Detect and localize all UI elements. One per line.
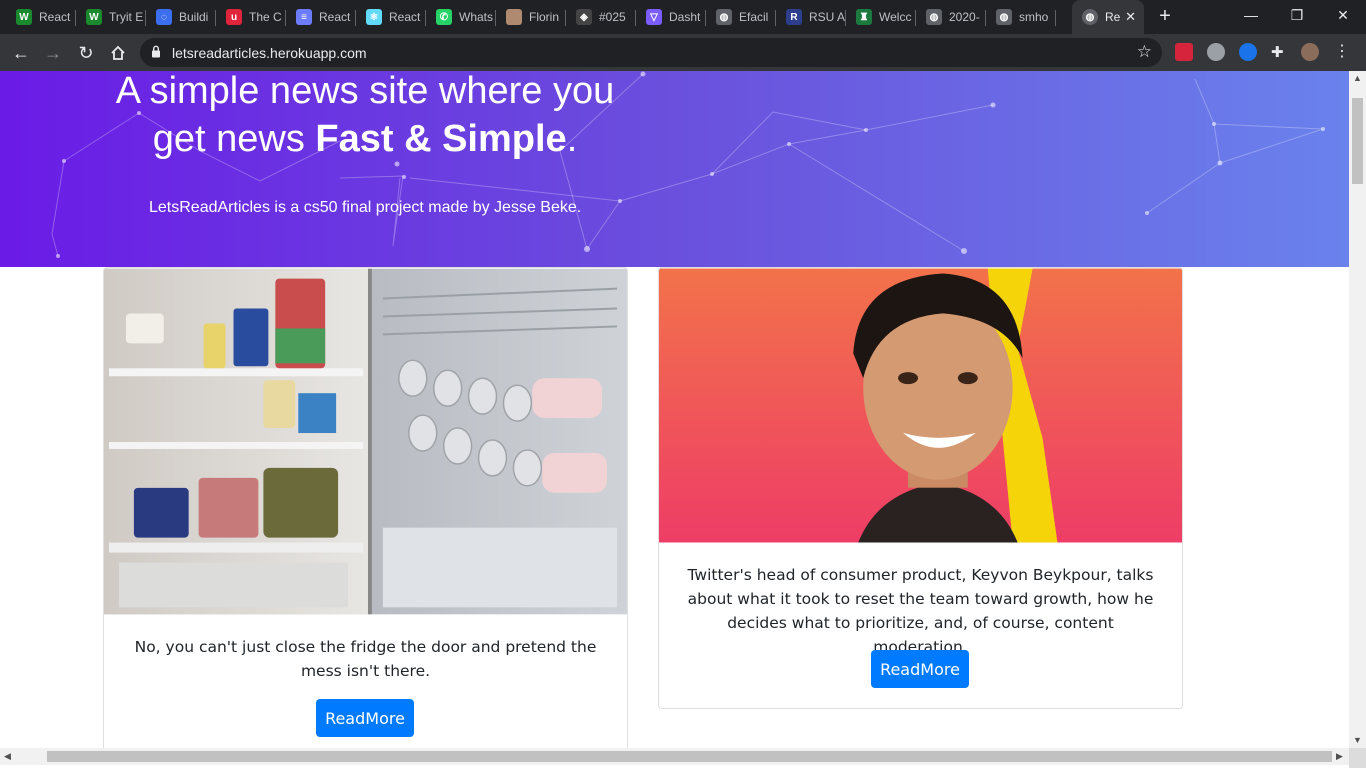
browser-tab-bar: W React W Tryit E ◌ Buildi u The C ≡ React ⚛ React ✆… <box>0 0 1366 34</box>
tab-title: Florin <box>529 10 560 24</box>
page-viewport: A simple news site where you get news Fa… <box>0 71 1349 748</box>
tab-favicon-icon: ▽ <box>646 9 662 25</box>
browser-tab[interactable]: R RSU A <box>776 0 846 34</box>
reload-button[interactable]: ↻ <box>73 40 99 66</box>
portrait-photo <box>659 268 1182 543</box>
browser-tab[interactable]: ◈ #025 <box>566 0 636 34</box>
browser-tab[interactable]: u The C <box>216 0 286 34</box>
url-text: letsreadarticles.herokuapp.com <box>172 45 367 61</box>
tab-title: RSU A <box>809 10 846 24</box>
home-button[interactable] <box>105 40 131 66</box>
tab-title: 2020- <box>949 10 980 24</box>
tab-title: Welcc <box>879 10 912 24</box>
tab-title: The C <box>249 10 282 24</box>
hero-subtitle: LetsReadArticles is a cs50 final project… <box>149 199 582 216</box>
article-card: No, you can't just close the fridge the … <box>103 267 628 748</box>
read-more-button[interactable]: ReadMore <box>871 650 969 688</box>
tab-title: React <box>319 10 351 24</box>
tab-title: Dasht <box>669 10 701 24</box>
lock-icon <box>152 45 160 58</box>
browser-tab[interactable]: ◍ smho <box>986 0 1056 34</box>
tab-title: React <box>389 10 421 24</box>
tab-title: #025 <box>599 10 626 24</box>
forward-button[interactable]: → <box>40 40 66 66</box>
browser-tab[interactable]: ♜ Welcc <box>846 0 916 34</box>
close-window-button[interactable]: ✕ <box>1320 0 1366 30</box>
hero-title-line1: A simple news site where you <box>115 71 615 112</box>
browser-tab[interactable]: ≡ React <box>286 0 356 34</box>
tab-favicon-icon: ◍ <box>926 9 942 25</box>
back-button[interactable]: ← <box>8 40 34 66</box>
tab-favicon-icon: ◍ <box>996 9 1012 25</box>
browser-tab[interactable]: ⚛ React <box>356 0 426 34</box>
tab-favicon-icon: R <box>786 9 802 25</box>
scroll-right-arrow-icon[interactable]: ▶ <box>1336 751 1343 762</box>
horizontal-scrollbar[interactable]: ◀ ▶ <box>0 748 1349 765</box>
extension-icon-1[interactable] <box>1175 43 1193 61</box>
browser-tab[interactable]: ◍ Efacil <box>706 0 776 34</box>
browser-tab[interactable]: ◌ Buildi <box>146 0 216 34</box>
extension-icon-3[interactable] <box>1239 43 1257 61</box>
horizontal-scroll-thumb[interactable] <box>47 751 1332 762</box>
browser-tab[interactable]: W React <box>6 0 76 34</box>
minimize-button[interactable]: — <box>1228 0 1274 30</box>
hero-title-emphasis: Fast & Simple <box>315 118 567 160</box>
tab-title: Tryit E <box>109 10 144 24</box>
menu-icon[interactable]: ⋮ <box>1333 43 1351 61</box>
scroll-left-arrow-icon[interactable]: ◀ <box>4 751 11 762</box>
tab-title: Efacil <box>739 10 769 24</box>
scroll-down-arrow-icon[interactable]: ▼ <box>1353 735 1362 745</box>
browser-toolbar: ← → ↻ letsreadarticles.herokuapp.com ☆ ✚… <box>0 34 1366 71</box>
bookmark-star-icon[interactable]: ☆ <box>1137 42 1152 62</box>
tab-favicon-icon: ✆ <box>436 9 452 25</box>
scrollbar-corner <box>1349 748 1366 768</box>
scroll-up-arrow-icon[interactable]: ▲ <box>1353 73 1362 83</box>
browser-tab[interactable]: W Tryit E <box>76 0 146 34</box>
hero-title: A simple news site where you get news Fa… <box>95 71 635 163</box>
browser-tab[interactable]: Florin <box>496 0 566 34</box>
new-tab-button[interactable]: + <box>1154 6 1176 28</box>
vertical-scroll-thumb[interactable] <box>1352 98 1363 184</box>
tab-favicon-icon: W <box>16 9 32 25</box>
hero-title-line2-suffix: . <box>566 118 578 160</box>
tab-favicon-icon: ◈ <box>576 9 592 25</box>
extension-icon-2[interactable] <box>1207 43 1225 61</box>
tab-favicon-icon: ⚛ <box>366 9 382 25</box>
tab-title: Buildi <box>179 10 209 24</box>
browser-tab[interactable]: ▽ Dasht <box>636 0 706 34</box>
article-summary: No, you can't just close the fridge the … <box>134 638 597 680</box>
hero-banner: A simple news site where you get news Fa… <box>0 71 1349 267</box>
article-card: Twitter's head of consumer product, Keyv… <box>658 267 1183 709</box>
address-bar[interactable]: letsreadarticles.herokuapp.com ☆ <box>140 38 1162 67</box>
hero-title-line2-prefix: get news <box>152 118 316 160</box>
tab-active[interactable]: ◍ Re ✕ <box>1072 0 1144 34</box>
restore-button[interactable]: ❐ <box>1274 0 1320 30</box>
tab-favicon-icon: ♜ <box>856 9 872 25</box>
tab-favicon-icon: u <box>226 9 242 25</box>
close-tab-icon[interactable]: ✕ <box>1125 9 1136 25</box>
tab-favicon-icon: W <box>86 9 102 25</box>
tab-separator <box>1055 10 1056 26</box>
tab-title: Whats <box>459 10 494 24</box>
avatar[interactable] <box>1301 43 1319 61</box>
read-more-button[interactable]: ReadMore <box>316 699 414 737</box>
tab-favicon-icon: ◌ <box>156 9 172 25</box>
puzzle-icon[interactable]: ✚ <box>1271 43 1289 61</box>
tab-favicon-icon: ◍ <box>716 9 732 25</box>
globe-icon: ◍ <box>1082 9 1098 25</box>
browser-tab[interactable]: ✆ Whats <box>426 0 496 34</box>
tab-title: React <box>39 10 71 24</box>
tab-favicon-icon <box>506 9 522 25</box>
tab-title: Re <box>1105 10 1121 24</box>
browser-tab[interactable]: ◍ 2020- <box>916 0 986 34</box>
tab-title: smho <box>1019 10 1049 24</box>
article-summary: Twitter's head of consumer product, Keyv… <box>687 566 1154 656</box>
vertical-scrollbar[interactable]: ▲ ▼ <box>1349 71 1366 748</box>
fridge-photo <box>104 268 627 615</box>
tab-favicon-icon: ≡ <box>296 9 312 25</box>
